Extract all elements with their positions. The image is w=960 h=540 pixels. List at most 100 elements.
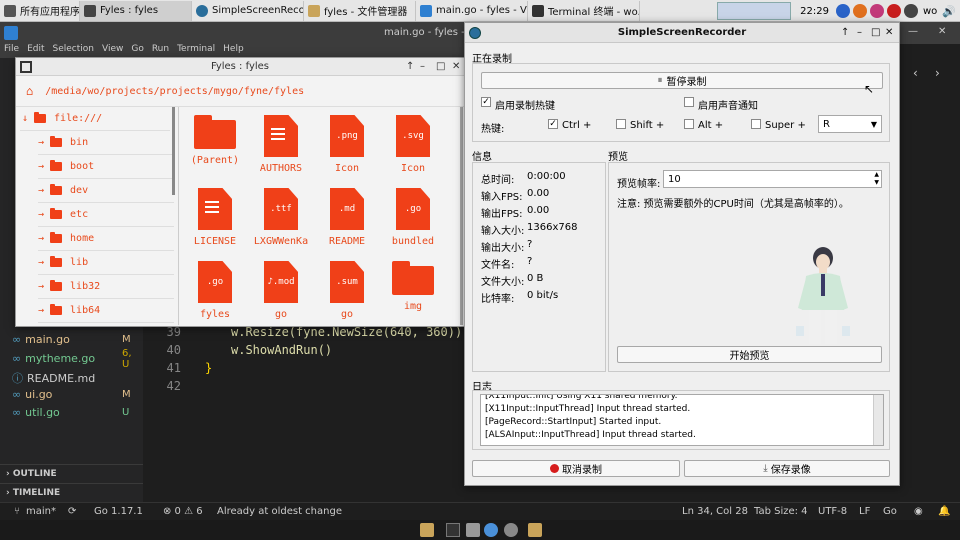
- super-checkbox[interactable]: [751, 119, 761, 129]
- dock-browser-icon[interactable]: [484, 523, 498, 537]
- power-icon[interactable]: [904, 4, 918, 18]
- menu-edit[interactable]: Edit: [27, 44, 44, 58]
- file-grid-item[interactable]: .go fyles: [182, 261, 248, 320]
- window-minimize-button[interactable]: –: [420, 58, 425, 76]
- taskbar-item-ssr[interactable]: SimpleScreenRecor...: [192, 0, 304, 21]
- ssr-close-button[interactable]: ✕: [885, 23, 893, 43]
- bluetooth-icon[interactable]: [836, 4, 850, 18]
- tree-item-etc[interactable]: → etc: [38, 203, 174, 227]
- window-close-button[interactable]: ✕: [452, 58, 460, 76]
- explorer-file-ui[interactable]: ∞ ui.go M: [12, 388, 131, 401]
- explorer-file-readme[interactable]: ⓘ README.md: [12, 370, 95, 386]
- sync-icon[interactable]: ⟳: [68, 506, 76, 517]
- save-recording-button[interactable]: ⤓ 保存录像: [684, 460, 890, 477]
- dock-files-icon[interactable]: [466, 523, 480, 537]
- ssr-minimize-button[interactable]: –: [857, 23, 862, 43]
- tree-item-bin[interactable]: → bin: [38, 131, 174, 155]
- tree-scrollbar[interactable]: [172, 107, 175, 195]
- dock-terminal-icon[interactable]: [446, 523, 460, 537]
- account-icon[interactable]: ◉: [914, 506, 923, 517]
- vscode-minimize-button[interactable]: —: [908, 26, 918, 37]
- tab-size-status[interactable]: Tab Size: 4: [754, 506, 808, 517]
- notifications-icon[interactable]: 🔔: [938, 506, 950, 517]
- encoding-status[interactable]: UTF-8: [818, 506, 847, 517]
- tree-item-home[interactable]: → home: [38, 227, 174, 251]
- explorer-file-util[interactable]: ∞ util.go U: [12, 406, 129, 419]
- pause-recording-button[interactable]: ⏸ 暂停录制: [481, 72, 883, 89]
- explorer-file-mytheme[interactable]: ∞ mytheme.go 6, U: [12, 348, 132, 370]
- menu-view[interactable]: View: [102, 44, 123, 58]
- tree-item-lib[interactable]: → lib: [38, 251, 174, 275]
- tree-item-dev[interactable]: → dev: [38, 179, 174, 203]
- menu-go[interactable]: Go: [131, 44, 143, 58]
- fyles-titlebar[interactable]: Fyles : fyles ↑ – □ ✕: [16, 58, 464, 76]
- cursor-position-status[interactable]: Ln 34, Col 28: [682, 506, 748, 517]
- window-up-button[interactable]: ↑: [406, 58, 414, 76]
- menu-selection[interactable]: Selection: [53, 44, 94, 58]
- clock[interactable]: 22:29: [800, 6, 829, 17]
- tree-item-lib32[interactable]: → lib32: [38, 275, 174, 299]
- hotkey-key-select[interactable]: R ▼: [818, 115, 882, 133]
- explorer-file-main[interactable]: ∞ main.go M: [12, 333, 131, 346]
- menu-file[interactable]: File: [4, 44, 19, 58]
- file-grid-item[interactable]: ♪.mod go: [248, 261, 314, 320]
- taskbar-item-fyles[interactable]: Fyles : fyles: [80, 0, 192, 21]
- file-grid-item[interactable]: AUTHORS: [248, 115, 314, 174]
- start-menu-button[interactable]: 所有应用程序: [0, 0, 80, 21]
- ssr-up-button[interactable]: ↑: [841, 23, 849, 43]
- eol-status[interactable]: LF: [859, 506, 870, 517]
- workspace-switcher[interactable]: [717, 2, 792, 20]
- cancel-recording-button[interactable]: 取消录制: [472, 460, 680, 477]
- taskbar-item-terminal[interactable]: Terminal 终端 - wo...: [528, 0, 640, 21]
- preview-rate-spinbox[interactable]: 10 ▲ ▼: [663, 170, 882, 188]
- record-tray-icon[interactable]: [887, 4, 901, 18]
- ctrl-checkbox[interactable]: ✓: [548, 119, 558, 129]
- tree-item-boot[interactable]: → boot: [38, 155, 174, 179]
- taskbar-item-filemanager[interactable]: fyles - 文件管理器: [304, 0, 416, 21]
- menu-run[interactable]: Run: [152, 44, 169, 58]
- dock-search-icon[interactable]: [504, 523, 518, 537]
- user-name[interactable]: wo: [923, 6, 937, 17]
- app-tray-icon[interactable]: [853, 4, 867, 18]
- file-grid-item[interactable]: .png Icon: [314, 115, 380, 174]
- tree-item-root[interactable]: ↓ file:///: [20, 107, 170, 131]
- branch-status[interactable]: main*: [26, 506, 56, 517]
- file-grid-item[interactable]: .ttf LXGWWenKa: [248, 188, 314, 247]
- file-grid-item[interactable]: .svg Icon: [380, 115, 446, 174]
- timeline-section[interactable]: › TIMELINE: [0, 483, 143, 501]
- ssr-titlebar[interactable]: SimpleScreenRecorder ↑ – □ ✕: [465, 23, 899, 43]
- hotkey-enable-checkbox[interactable]: ✓: [481, 97, 491, 107]
- file-grid-item[interactable]: LICENSE: [182, 188, 248, 247]
- home-icon[interactable]: ⌂: [26, 84, 33, 98]
- log-textbox[interactable]: [X11Input::Init] Using X11 shared memory…: [480, 394, 884, 446]
- menu-help[interactable]: Help: [223, 44, 244, 58]
- ssr-maximize-button[interactable]: □: [871, 23, 880, 43]
- log-scrollbar[interactable]: [873, 395, 883, 445]
- start-preview-button[interactable]: 开始预览: [617, 346, 882, 363]
- menu-terminal[interactable]: Terminal: [177, 44, 215, 58]
- taskbar-item-vscode[interactable]: main.go - fyles - Vis...: [416, 0, 528, 21]
- shift-checkbox[interactable]: [616, 119, 626, 129]
- editor-forward-icon[interactable]: ›: [935, 66, 940, 80]
- grid-scrollbar[interactable]: [460, 107, 463, 325]
- outline-section[interactable]: › OUTLINE: [0, 464, 143, 482]
- spin-arrows-icon[interactable]: ▲ ▼: [874, 171, 879, 187]
- language-status[interactable]: Go: [883, 506, 897, 517]
- file-grid-item[interactable]: .go bundled: [380, 188, 446, 247]
- dock-folder2-icon[interactable]: [528, 523, 542, 537]
- window-maximize-button[interactable]: □: [436, 58, 445, 76]
- volume-icon[interactable]: 🔊: [942, 5, 956, 18]
- firefox-icon[interactable]: [870, 4, 884, 18]
- file-grid-item[interactable]: img: [380, 261, 446, 312]
- alt-checkbox[interactable]: [684, 119, 694, 129]
- file-grid-item[interactable]: .sum go: [314, 261, 380, 320]
- editor-back-icon[interactable]: ‹: [913, 66, 918, 80]
- tree-item-lib64[interactable]: → lib64: [38, 299, 174, 323]
- dock-folder-icon[interactable]: [420, 523, 434, 537]
- file-grid-item[interactable]: (Parent): [182, 115, 248, 166]
- file-grid-item[interactable]: .md README: [314, 188, 380, 247]
- vscode-close-button[interactable]: ✕: [938, 26, 946, 37]
- go-version-status[interactable]: Go 1.17.1: [94, 506, 143, 517]
- problems-status[interactable]: ⊗ 0 ⚠ 6: [163, 506, 203, 517]
- sound-notify-checkbox[interactable]: [684, 97, 694, 107]
